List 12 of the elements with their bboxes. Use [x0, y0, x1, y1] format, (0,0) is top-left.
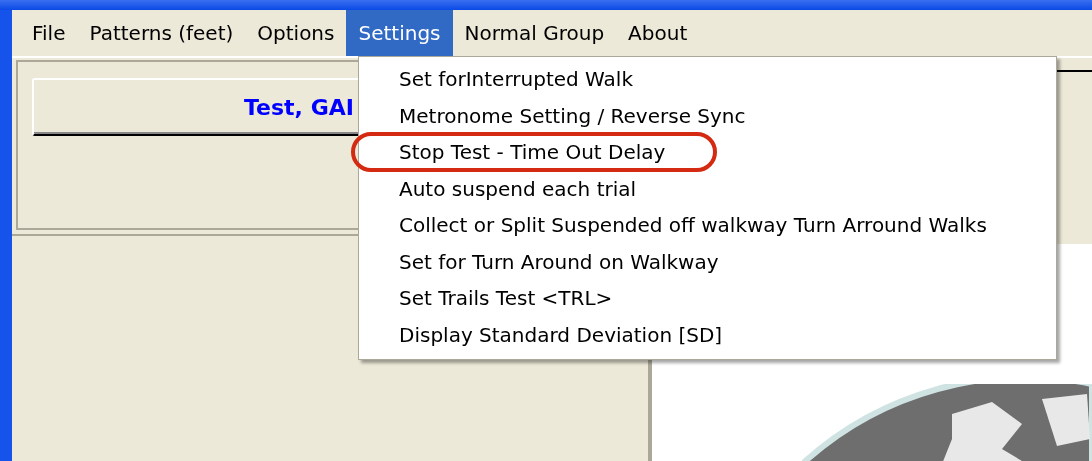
menu-item[interactable]: Normal Group	[452, 10, 617, 56]
menu-item[interactable]: Patterns (feet)	[77, 10, 246, 56]
menu-option[interactable]: Set for Turn Around on Walkway	[359, 243, 1056, 280]
menu-option[interactable]: Auto suspend each trial	[359, 170, 1056, 207]
menu-item[interactable]: Options	[245, 10, 347, 56]
menu-option[interactable]: Stop Test - Time Out Delay	[359, 134, 1056, 171]
menu-item[interactable]: File	[20, 10, 78, 56]
menu-option[interactable]: Display Standard Deviation [SD]	[359, 316, 1056, 353]
menu-option[interactable]: Set Trails Test <TRL>	[359, 280, 1056, 317]
menu-item[interactable]: About	[616, 10, 700, 56]
menu-option[interactable]: Collect or Split Suspended off walkway Turn Arround Walks	[359, 207, 1056, 244]
menu-item[interactable]: Settings	[346, 10, 453, 56]
